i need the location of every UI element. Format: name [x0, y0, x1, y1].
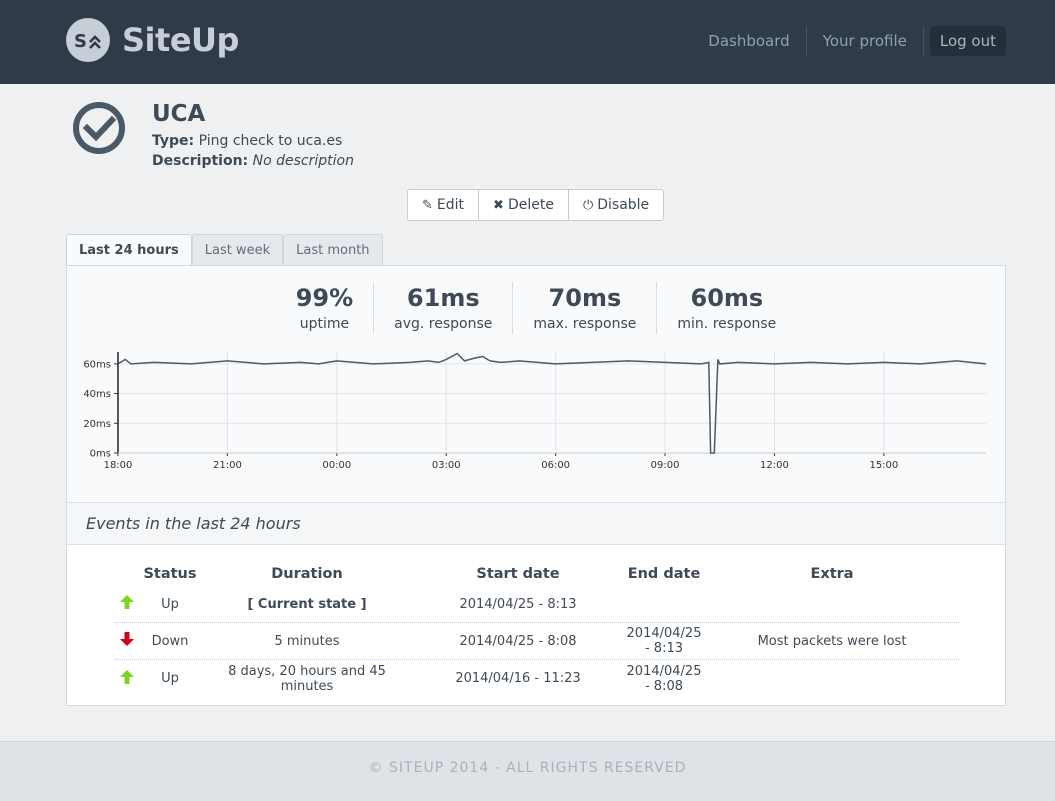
top-navbar: S SiteUp Dashboard Your profile Log out	[0, 0, 1055, 84]
close-icon: ✖	[493, 197, 504, 213]
response-time-chart: 18:00 21:00 00:00 03:00 06:00 09:00 12:00 15:00…	[83, 352, 987, 471]
arrow-down-icon	[115, 631, 139, 651]
nav-divider	[805, 26, 807, 56]
nav-profile-link[interactable]: Your profile	[813, 26, 917, 56]
chart-y-tick-label: 20ms	[83, 419, 111, 430]
chart-x-tick-label: 03:00	[432, 460, 461, 471]
check-type-label: Type:	[152, 133, 195, 149]
check-type-value: Ping check to uca.es	[198, 133, 343, 149]
event-start-date: 2014/04/25 - 8:08	[459, 633, 577, 649]
edit-label: Edit	[436, 197, 465, 213]
chart-y-tick-label: 40ms	[83, 389, 111, 400]
chart-x-tick-label: 06:00	[541, 460, 570, 471]
chart-x-tick-label: 00:00	[322, 460, 351, 471]
column-header-start-date: Start date	[476, 566, 560, 582]
event-duration: 5 minutes	[274, 633, 340, 649]
chart-x-tick-label: 15:00	[869, 460, 898, 471]
chart-series-line	[117, 352, 987, 454]
event-end-date: 2014/04/25 - 8:13	[626, 626, 702, 656]
stats-panel: 99% uptime 61ms avg. response 70ms max. …	[66, 265, 1006, 706]
tab-last-month[interactable]: Last month	[283, 234, 383, 266]
chart-x-tick-label: 12:00	[760, 460, 789, 471]
event-end-date: 2014/04/25 - 8:08	[626, 663, 702, 694]
stat-value: 99%	[295, 284, 354, 312]
disable-button[interactable]: ⏻ Disable	[569, 190, 663, 220]
stat-min-response: 60ms min. response	[657, 282, 796, 334]
event-status: Down	[151, 633, 189, 649]
pencil-icon: ✎	[422, 197, 433, 213]
stat-label: max. response	[533, 316, 637, 332]
event-duration: 8 days, 20 hours and 45 minutes	[228, 663, 386, 694]
stats-summary: 99% uptime 61ms avg. response 70ms max. …	[67, 282, 1005, 334]
stats-area: 99% uptime 61ms avg. response 70ms max. …	[67, 266, 1005, 502]
delete-button[interactable]: ✖ Delete	[479, 190, 569, 220]
events-table: Status Duration Start date End date Extr…	[115, 562, 959, 697]
table-row: Up [ Current state ] 2014/04/25 - 8:13	[115, 586, 959, 623]
column-header-duration: Duration	[271, 566, 343, 582]
nav-divider	[922, 26, 924, 56]
stat-max-response: 70ms max. response	[513, 282, 658, 334]
main-nav: Dashboard Your profile Log out	[698, 26, 1006, 56]
check-description-label: Description:	[152, 153, 249, 169]
nav-dashboard-link[interactable]: Dashboard	[698, 26, 799, 56]
brand-name: SiteUp	[122, 21, 239, 59]
stat-value: 60ms	[690, 284, 764, 312]
events-title: Events in the last 24 hours	[86, 514, 301, 533]
logout-button[interactable]: Log out	[929, 26, 1006, 56]
power-icon: ⏻	[582, 197, 594, 213]
events-table-header: Status Duration Start date End date Extr…	[115, 562, 959, 586]
check-title: UCA	[152, 101, 206, 127]
event-status: Up	[161, 596, 179, 612]
event-extra: Most packets were lost	[757, 633, 907, 649]
table-row: Down 5 minutes 2014/04/25 - 8:08 2014/04…	[115, 623, 959, 660]
tab-last-week[interactable]: Last week	[191, 234, 284, 266]
stat-avg-response: 61ms avg. response	[374, 282, 514, 334]
disable-label: Disable	[597, 197, 650, 213]
svg-text:S: S	[74, 31, 87, 51]
copyright-text: © SITEUP 2014 - ALL RIGHTS RESERVED	[368, 760, 687, 776]
event-start-date: 2014/04/25 - 8:13	[459, 596, 577, 612]
stat-label: avg. response	[394, 316, 493, 332]
chart-x-tick-label: 09:00	[651, 460, 680, 471]
stat-uptime: 99% uptime	[276, 282, 375, 334]
table-row: Up 8 days, 20 hours and 45 minutes 2014/…	[115, 660, 959, 697]
tab-last-24-hours[interactable]: Last 24 hours	[66, 234, 192, 267]
event-duration: [ Current state ]	[247, 596, 367, 612]
chart-y-tick-label: 60ms	[83, 359, 111, 370]
check-description-value: No description	[252, 153, 354, 169]
check-description: Description: No description	[152, 153, 354, 169]
column-header-extra: Extra	[810, 566, 854, 582]
chart-y-tick-label: 0ms	[90, 449, 111, 460]
footer: © SITEUP 2014 - ALL RIGHTS RESERVED	[0, 741, 1055, 801]
stat-value: 61ms	[406, 284, 480, 312]
brand[interactable]: S SiteUp	[66, 18, 239, 62]
check-status-icon	[72, 101, 126, 159]
stat-value: 70ms	[548, 284, 622, 312]
arrow-up-icon	[115, 594, 139, 614]
column-header-end-date: End date	[627, 566, 701, 582]
siteup-logo-icon: S	[66, 18, 110, 62]
column-header-status: Status	[143, 566, 197, 582]
stat-label: uptime	[299, 316, 350, 332]
event-start-date: 2014/04/16 - 11:23	[455, 671, 581, 686]
chart-x-tick-label: 18:00	[104, 460, 133, 471]
events-header: Events in the last 24 hours	[67, 502, 1005, 545]
edit-button[interactable]: ✎ Edit	[408, 190, 480, 220]
event-status: Up	[161, 671, 179, 686]
check-actions: ✎ Edit ✖ Delete ⏻ Disable	[407, 189, 665, 221]
chart-x-tick-label: 21:00	[213, 460, 242, 471]
period-tabs: Last 24 hours Last week Last month	[66, 234, 383, 267]
check-type: Type: Ping check to uca.es	[152, 133, 342, 149]
delete-label: Delete	[507, 197, 554, 213]
stat-label: min. response	[677, 316, 777, 332]
arrow-up-icon	[115, 669, 139, 689]
